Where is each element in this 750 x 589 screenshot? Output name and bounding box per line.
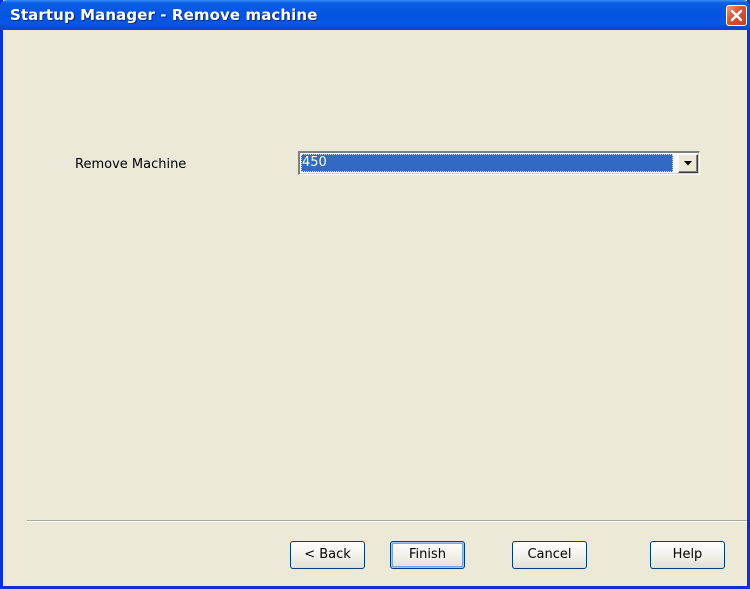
cancel-button[interactable]: Cancel <box>512 541 587 569</box>
footer-divider <box>27 520 747 522</box>
chevron-down-icon <box>684 161 692 166</box>
dropdown-button[interactable] <box>678 154 698 173</box>
title-bar[interactable]: Startup Manager - Remove machine <box>0 0 750 30</box>
close-button[interactable] <box>726 5 747 26</box>
remove-machine-selected-value[interactable]: 450 <box>301 154 673 172</box>
help-button[interactable]: Help <box>650 541 725 569</box>
dialog-window: Startup Manager - Remove machine Remove … <box>0 0 750 589</box>
back-button[interactable]: < Back <box>290 541 365 569</box>
remove-machine-dropdown[interactable]: 450 <box>298 151 700 175</box>
window-title: Startup Manager - Remove machine <box>10 6 318 24</box>
remove-machine-label: Remove Machine <box>75 157 187 172</box>
finish-button[interactable]: Finish <box>390 541 465 569</box>
close-icon <box>730 9 743 22</box>
